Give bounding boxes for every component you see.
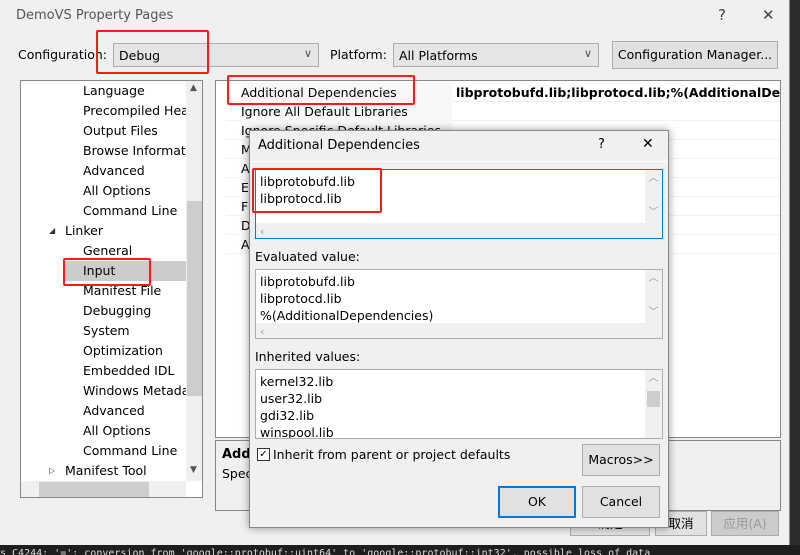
- tree-item[interactable]: All Options: [83, 181, 187, 201]
- expander-icon[interactable]: ▷: [49, 461, 55, 481]
- tree-item-label: Output Files: [83, 123, 158, 138]
- tree-item-label: Advanced: [83, 163, 145, 178]
- apply-button[interactable]: 应用(A): [711, 511, 779, 536]
- vertical-scrollbar[interactable]: ︿ ﹀: [645, 270, 662, 338]
- evaluated-line: libprotobufd.lib: [260, 274, 355, 289]
- inherit-checkbox[interactable]: ✓: [257, 448, 270, 461]
- tree-item[interactable]: Output Files: [83, 121, 187, 141]
- tree-item[interactable]: ▷ Manifest Tool: [49, 461, 187, 481]
- tree-item[interactable]: All Options: [83, 421, 187, 441]
- highlight-box: [252, 168, 382, 213]
- tree-item-label: General: [83, 243, 133, 258]
- chevron-down-icon: ∨: [583, 47, 592, 60]
- textarea-vertical-scrollbar[interactable]: ︿ ﹀: [645, 170, 662, 238]
- highlight-box: [96, 30, 209, 74]
- tree-item[interactable]: Language: [83, 81, 187, 101]
- chevron-down-icon: ∨: [303, 47, 312, 60]
- tree-item-label: System: [83, 323, 130, 338]
- vertical-scrollbar[interactable]: ︿: [645, 370, 662, 438]
- inherited-line: winspool.lib: [260, 425, 334, 439]
- tree-item[interactable]: System: [83, 321, 187, 341]
- tree-item-label: Command Line: [83, 203, 178, 218]
- tree-item[interactable]: Optimization: [83, 341, 187, 361]
- inherit-checkbox-label[interactable]: Inherit from parent or project defaults: [273, 447, 510, 462]
- tree-item[interactable]: Advanced: [83, 401, 187, 421]
- tree-item-label: Precompiled Head: [83, 103, 187, 118]
- tree-item[interactable]: Debugging: [83, 301, 187, 321]
- platform-value: All Platforms: [399, 48, 478, 63]
- configuration-manager-button[interactable]: Configuration Manager...: [612, 41, 778, 69]
- evaluated-value-label: Evaluated value:: [255, 249, 360, 264]
- textarea-horizontal-scrollbar[interactable]: ‹: [256, 223, 645, 238]
- horizontal-scrollbar[interactable]: ‹: [256, 323, 645, 338]
- property-tree: Language Precompiled Head Output Files Brow…: [20, 80, 203, 498]
- platform-select[interactable]: All Platforms ∨: [393, 43, 599, 67]
- tree-item[interactable]: ◢ Linker: [49, 221, 187, 241]
- tree-vertical-scrollbar[interactable]: ▲ ▼: [186, 81, 202, 481]
- tree-item-label: Advanced: [83, 403, 145, 418]
- tree-item[interactable]: Precompiled Head: [83, 101, 187, 121]
- close-button[interactable]: ✕: [762, 6, 775, 24]
- tree-item[interactable]: Browse Informati: [83, 141, 187, 161]
- highlight-box: [227, 75, 415, 105]
- dialog-help-button[interactable]: ?: [598, 137, 605, 152]
- inherited-values-box: kernel32.lib user32.lib gdi32.lib winspool.…: [255, 369, 663, 439]
- macros-button[interactable]: Macros>>: [582, 444, 660, 476]
- tree-item-label: Manifest Tool: [65, 463, 147, 478]
- highlight-box: [63, 258, 151, 286]
- output-panel: s C4244: '=': conversion from 'google::p…: [0, 545, 800, 555]
- tree-item-label: Embedded IDL: [83, 363, 175, 378]
- tree-item-label: All Options: [83, 183, 151, 198]
- tree-item-label: All Options: [83, 423, 151, 438]
- tree-item-label: Command Line: [83, 443, 178, 458]
- tree-item-label: Optimization: [83, 343, 163, 358]
- additional-dependencies-dialog: Additional Dependencies ? ✕ libprotobufd…: [249, 130, 669, 528]
- tree-item-label: Windows Metada: [83, 383, 187, 398]
- scroll-up-icon[interactable]: ▲: [190, 83, 197, 93]
- window-title: DemoVS Property Pages: [16, 8, 174, 23]
- tree-item-label: Debugging: [83, 303, 152, 318]
- platform-label: Platform:: [330, 47, 387, 62]
- dialog-title: Additional Dependencies: [258, 138, 420, 153]
- ok-button[interactable]: OK: [498, 486, 576, 518]
- tree-item[interactable]: Advanced: [83, 161, 187, 181]
- expander-icon[interactable]: ◢: [49, 221, 55, 241]
- scrollbar-thumb[interactable]: [187, 201, 202, 396]
- inherited-line: kernel32.lib: [260, 374, 334, 389]
- cancel-button[interactable]: Cancel: [582, 486, 660, 518]
- scroll-down-icon[interactable]: ▼: [190, 465, 197, 475]
- property-value[interactable]: libprotobufd.lib;libprotocd.lib;%(Additi…: [456, 83, 780, 102]
- dialog-close-button[interactable]: ✕: [642, 136, 654, 152]
- inherited-line: gdi32.lib: [260, 408, 315, 423]
- tree-item-label: Linker: [65, 223, 103, 238]
- tree-item[interactable]: Command Line: [83, 201, 187, 221]
- tree-item-label: Language: [83, 83, 145, 98]
- evaluated-line: %(AdditionalDependencies): [260, 308, 434, 323]
- scrollbar-thumb[interactable]: [39, 482, 149, 497]
- evaluated-value-box: libprotobufd.lib libprotocd.lib %(Addition…: [255, 269, 663, 339]
- tree-horizontal-scrollbar[interactable]: [21, 481, 186, 497]
- inherited-line: user32.lib: [260, 391, 323, 406]
- inherited-values-label: Inherited values:: [255, 349, 361, 364]
- tree-item[interactable]: Windows Metada: [83, 381, 187, 401]
- evaluated-line: libprotocd.lib: [260, 291, 342, 306]
- tree-item[interactable]: Command Line: [83, 441, 187, 461]
- tree-item[interactable]: Embedded IDL: [83, 361, 187, 381]
- description-text: Spec: [222, 466, 253, 481]
- tree-item-label: Browse Informati: [83, 143, 187, 158]
- configuration-label: Configuration:: [18, 47, 107, 62]
- help-button[interactable]: ?: [718, 6, 726, 24]
